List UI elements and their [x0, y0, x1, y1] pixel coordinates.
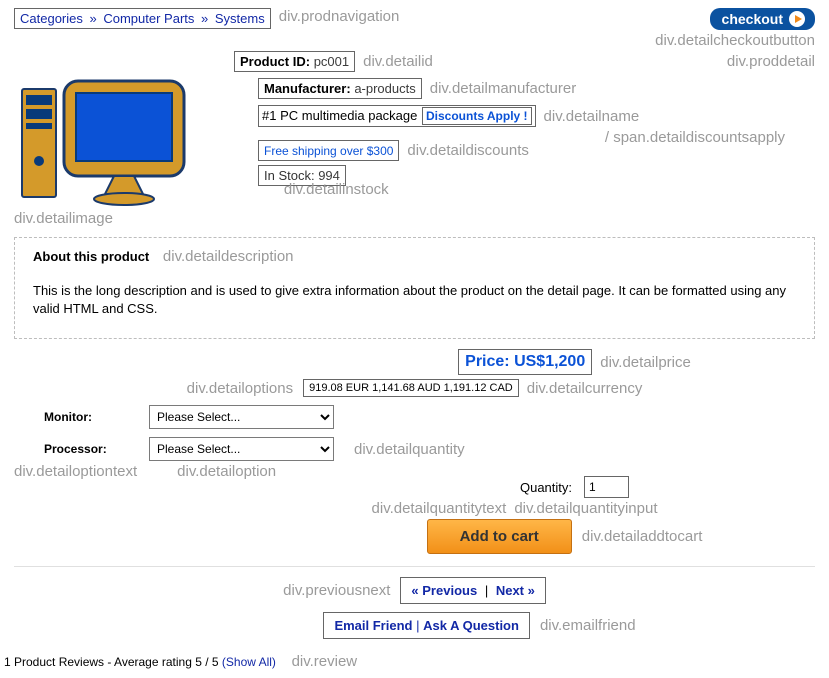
- add-to-cart-button[interactable]: Add to cart: [427, 519, 572, 554]
- annot-detailmanufacturer: div.detailmanufacturer: [430, 80, 576, 97]
- email-friend-link[interactable]: Email Friend: [334, 618, 412, 633]
- email-box: Email Friend | Ask A Question: [323, 612, 530, 639]
- description-box: About this product div.detaildescription…: [14, 237, 815, 339]
- annot-detailoptions: div.detailoptions: [187, 380, 293, 397]
- discounts-apply-link[interactable]: Discounts Apply !: [422, 107, 532, 125]
- annot-detailname: div.detailname: [544, 108, 640, 125]
- annot-detaildiscounts: div.detaildiscounts: [407, 142, 528, 159]
- annot-review: div.review: [292, 653, 358, 670]
- manufacturer-box: Manufacturer: a-products: [258, 78, 422, 99]
- description-heading: About this product: [33, 249, 149, 264]
- product-name: #1 PC multimedia package: [262, 108, 417, 123]
- monitor-select[interactable]: Please Select...: [149, 405, 334, 429]
- annot-detailoption: div.detailoption: [177, 463, 276, 480]
- breadcrumb-sep-icon: »: [90, 11, 97, 26]
- currency-box: 919.08 EUR 1,141.68 AUD 1,191.12 CAD: [303, 379, 519, 397]
- price-value: US$1,200: [514, 353, 585, 370]
- price-box: Price: US$1,200: [458, 349, 592, 375]
- annot-emailfriend: div.emailfriend: [540, 617, 636, 634]
- quantity-input[interactable]: [584, 476, 629, 498]
- annot-proddetail: div.proddetail: [727, 53, 815, 70]
- product-id-value: pc001: [314, 54, 349, 69]
- previous-link[interactable]: « Previous: [411, 583, 477, 598]
- manufacturer-value: a-products: [354, 81, 415, 96]
- previous-next-box: « Previous | Next »: [400, 577, 545, 604]
- processor-select[interactable]: Please Select...: [149, 437, 334, 461]
- review-text: 1 Product Reviews - Average rating 5 / 5: [4, 655, 222, 669]
- product-id-label: Product ID:: [240, 54, 310, 69]
- discount-text: Free shipping over $300: [264, 144, 393, 158]
- show-all-reviews-link[interactable]: (Show All): [222, 655, 276, 669]
- description-body: This is the long description and is used…: [33, 282, 796, 318]
- annot-detailquantitytext: div.detailquantitytext: [372, 500, 507, 517]
- annot-previousnext: div.previousnext: [283, 582, 390, 599]
- annot-detailinstock: div.detailinstock: [284, 181, 389, 198]
- play-icon: [789, 11, 805, 27]
- annot-detailimage: div.detailimage: [14, 210, 214, 227]
- annot-detailoptiontext: div.detailoptiontext: [14, 463, 137, 480]
- processor-label: Processor:: [44, 442, 149, 456]
- annot-detailquantity: div.detailquantity: [354, 441, 465, 458]
- ask-question-link[interactable]: Ask A Question: [423, 618, 519, 633]
- annot-detailquantityinput: div.detailquantityinput: [514, 500, 657, 517]
- annot-detailprice: div.detailprice: [600, 354, 691, 371]
- breadcrumb-sep-icon: »: [201, 11, 208, 26]
- annot-detailid: div.detailid: [363, 53, 433, 70]
- separator: |: [416, 618, 419, 633]
- breadcrumb-systems[interactable]: Systems: [215, 11, 265, 26]
- annot-detaildescription: div.detaildescription: [163, 248, 294, 265]
- monitor-label: Monitor:: [44, 410, 149, 424]
- checkout-button[interactable]: checkout: [710, 8, 815, 30]
- annot-detailaddtocart: div.detailaddtocart: [582, 528, 703, 545]
- breadcrumb-categories[interactable]: Categories: [20, 11, 83, 26]
- product-name-box: #1 PC multimedia package Discounts Apply…: [258, 105, 536, 127]
- product-id-box: Product ID: pc001: [234, 51, 355, 72]
- annot-prodnavigation: div.prodnavigation: [279, 8, 400, 25]
- separator: |: [485, 583, 488, 598]
- product-image: [14, 51, 194, 206]
- annot-detailcurrency: div.detailcurrency: [527, 380, 643, 397]
- quantity-label: Quantity:: [520, 480, 572, 495]
- discount-box: Free shipping over $300: [258, 140, 399, 161]
- price-label: Price:: [465, 353, 509, 370]
- annot-detailcheckoutbutton: div.detailcheckoutbutton: [655, 32, 815, 49]
- checkout-label: checkout: [722, 11, 783, 27]
- next-link[interactable]: Next »: [496, 583, 535, 598]
- annot-detaildiscountsapply: / span.detaildiscountsapply: [605, 129, 785, 146]
- breadcrumb: Categories » Computer Parts » Systems: [14, 8, 271, 29]
- breadcrumb-computer-parts[interactable]: Computer Parts: [103, 11, 194, 26]
- manufacturer-label: Manufacturer:: [264, 81, 351, 96]
